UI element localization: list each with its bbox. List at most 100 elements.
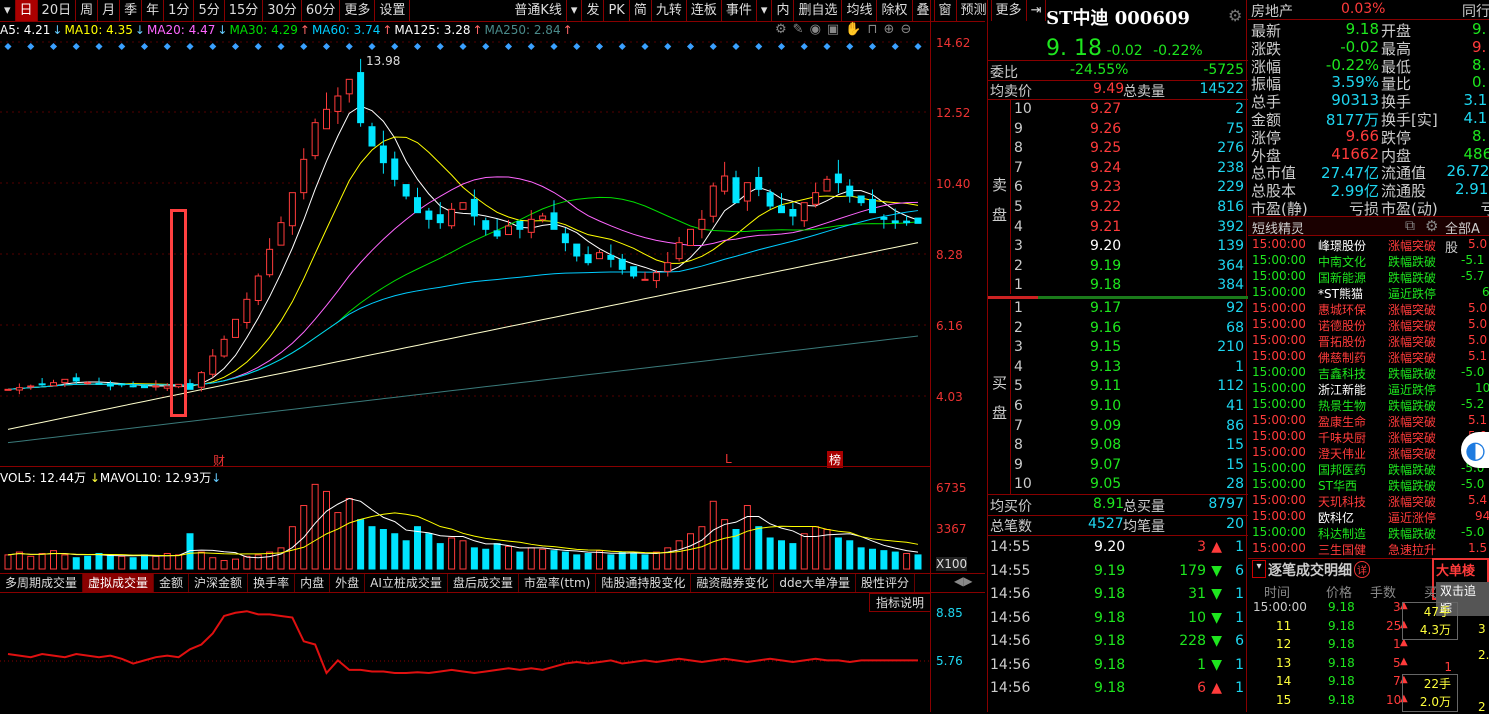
indicator-tab[interactable]: 金额 [154,574,189,592]
volume-bar [85,556,91,569]
volume-bar [221,561,227,569]
bids-row[interactable]: 59.11112 [988,378,1246,398]
bids-row[interactable]: 19.1792 [988,300,1246,320]
alert-stock[interactable]: 三生国健 [1318,541,1366,558]
candle-body [540,216,546,219]
shortline-row[interactable]: 15:00:00科达制造跌幅跌破-5.0 [1248,525,1489,541]
indicator-help-button[interactable]: 指标说明 [869,593,931,612]
shortline-row[interactable]: 15:00:00热景生物跌幅跌破-5.2 [1248,397,1489,413]
event-marker [778,43,785,50]
shortline-row[interactable]: 15:00:00澄天伟业涨幅突破5.0 [1248,445,1489,461]
shortline-row[interactable]: 15:00:00中南文化跌幅跌破-5.1 [1248,253,1489,269]
asks-row[interactable]: 99.2675 [988,121,1246,141]
settings-icon[interactable]: ⚙ [1425,217,1438,235]
shortline-row[interactable]: 15:00:00欧科亿逼近涨停94 [1248,509,1489,525]
candle-body [904,221,910,223]
asks-row[interactable]: 19.18384 [988,277,1246,297]
shortline-row[interactable]: 15:00:00诺德股份涨幅突破5.0 [1248,317,1489,333]
popout-icon[interactable]: ⧉ [1405,218,1415,234]
candle-body [244,299,250,322]
alert-value: -5.0 [1461,477,1484,491]
alert-stock[interactable]: 中南文化 [1318,253,1366,270]
dropdown-icon[interactable]: ▾ [1252,560,1266,578]
bids-row[interactable]: 99.0715 [988,457,1246,477]
shortline-row[interactable]: 15:00:00国邦医药跌幅跌破-5.0 [1248,461,1489,477]
indicator-tab[interactable]: 股性评分 [856,574,915,592]
tab-scroll-arrows[interactable]: ◀▶ [954,574,972,588]
marker-l[interactable]: L [725,452,732,466]
alert-stock[interactable]: 国新能源 [1318,269,1366,286]
total-buy: 8797 [1208,496,1244,512]
asks-row[interactable]: 79.24238 [988,160,1246,180]
indicator-tab[interactable]: 内盘 [295,574,330,592]
indicator-tab[interactable]: 换手率 [248,574,295,592]
indicator-tab[interactable]: 陆股通持股变化 [596,574,691,592]
indicator-tab[interactable]: dde大单净量 [774,574,856,592]
bids-row[interactable]: 79.0986 [988,418,1246,438]
asks-row[interactable]: 49.21392 [988,219,1246,239]
alert-type: 涨幅突破 [1388,301,1436,318]
shortline-row[interactable]: 15:00:00晋拓股份涨幅突破5.0 [1248,333,1489,349]
alert-stock[interactable]: 晋拓股份 [1318,333,1366,350]
shortline-row[interactable]: 15:00:00*ST熊猫逼近跌停6 [1248,285,1489,301]
shortline-row[interactable]: 15:00:00三生国健急速拉升1.5 [1248,541,1489,557]
asks-row[interactable]: 39.20139 [988,238,1246,258]
level-price: 9.21 [1090,219,1121,235]
indicator-tab[interactable]: 沪深金额 [189,574,248,592]
bids-row[interactable]: 39.15210 [988,339,1246,359]
shortline-row[interactable]: 15:00:00天玑科技涨幅突破5.4 [1248,493,1489,509]
shortline-row[interactable]: 15:00:00吉鑫科技跌幅跌破-5.0 [1248,365,1489,381]
shortline-row[interactable]: 15:00:00ST华西跌幅跌破-5.0 [1248,477,1489,493]
alert-stock[interactable]: 千味央厨 [1318,429,1366,446]
alert-stock[interactable]: 盈康生命 [1318,413,1366,430]
alert-stock[interactable]: 峰璟股份 [1318,237,1366,254]
indicator-tab[interactable]: 多周期成交量 [0,574,83,592]
tick-price: 9.19 [1094,563,1125,579]
asks-row[interactable]: 29.19364 [988,258,1246,278]
shortline-row[interactable]: 15:00:00盈康生命涨幅突破5.1 [1248,413,1489,429]
alert-stock[interactable]: 热景生物 [1318,397,1366,414]
alert-stock[interactable]: 科达制造 [1318,525,1366,542]
alert-value: 5.1 [1468,413,1487,427]
indicator-tab[interactable]: 市盈率(ttm) [519,574,596,592]
shortline-row[interactable]: 15:00:00惠城环保涨幅突破5.0 [1248,301,1489,317]
alert-type: 跌幅跌破 [1388,269,1436,286]
peer-compare[interactable]: 同行对 [1462,1,1489,21]
bids-row[interactable]: 49.131 [988,359,1246,379]
indicator-tab[interactable]: 虚拟成交量 [83,574,154,592]
asks-row[interactable]: 109.272 [988,101,1246,121]
alert-stock[interactable]: 浙江新能 [1318,381,1366,398]
alert-stock[interactable]: 国邦医药 [1318,461,1366,478]
alert-stock[interactable]: 天玑科技 [1318,493,1366,510]
bids-row[interactable]: 69.1041 [988,398,1246,418]
alert-stock[interactable]: 澄天伟业 [1318,445,1366,462]
shortline-row[interactable]: 15:00:00峰璟股份涨幅突破5.0 [1248,237,1489,253]
indicator-tab[interactable]: AI立桩成交量 [365,574,448,592]
alert-stock[interactable]: 惠城环保 [1318,301,1366,318]
indicator-tab[interactable]: 盘后成交量 [448,574,519,592]
candle-body [415,198,421,213]
sector-name[interactable]: 房地产 [1251,1,1293,21]
alert-stock[interactable]: 佛慈制药 [1318,349,1366,366]
kline-chart[interactable] [0,0,985,712]
asks-row[interactable]: 89.25276 [988,140,1246,160]
gear-icon[interactable]: ⚙ [1228,6,1242,25]
detail-badge[interactable]: 详 [1354,561,1370,578]
alert-stock[interactable]: 吉鑫科技 [1318,365,1366,382]
alert-stock[interactable]: *ST熊猫 [1318,285,1363,302]
indicator-tab[interactable]: 融资融券变化 [691,574,774,592]
shortline-row[interactable]: 15:00:00佛慈制药涨幅突破5.1 [1248,349,1489,365]
assistant-icon[interactable]: ◐ [1461,432,1489,468]
asks-row[interactable]: 59.22816 [988,199,1246,219]
volume-bar [380,530,386,569]
alert-stock[interactable]: 诺德股份 [1318,317,1366,334]
shortline-row[interactable]: 15:00:00千味央厨涨幅突破5.0 [1248,429,1489,445]
indicator-tab[interactable]: 外盘 [330,574,365,592]
shortline-row[interactable]: 15:00:00浙江新能逼近跌停10 [1248,381,1489,397]
asks-row[interactable]: 69.23229 [988,179,1246,199]
bids-row[interactable]: 89.0815 [988,437,1246,457]
shortline-row[interactable]: 15:00:00国新能源跌幅跌破-5.7 [1248,269,1489,285]
alert-stock[interactable]: 欧科亿 [1318,509,1354,526]
bids-row[interactable]: 29.1668 [988,320,1246,340]
alert-stock[interactable]: ST华西 [1318,477,1357,494]
